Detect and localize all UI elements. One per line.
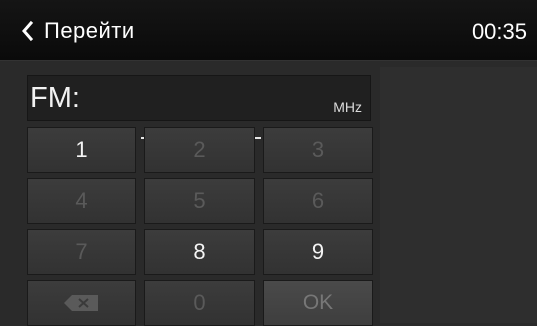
chevron-left-icon — [22, 20, 34, 42]
key-4[interactable]: 4 — [27, 178, 136, 224]
key-8[interactable]: 8 — [144, 229, 255, 275]
ok-button[interactable]: OK — [263, 280, 373, 326]
frequency-display: FM: MHz — [27, 75, 371, 139]
keypad: 1 2 3 4 5 6 7 8 9 0 OK — [27, 127, 373, 326]
key-5[interactable]: 5 — [144, 178, 255, 224]
key-7[interactable]: 7 — [27, 229, 136, 275]
top-bar: Перейти 00:35 — [0, 0, 537, 61]
backspace-button[interactable] — [27, 280, 136, 326]
key-9[interactable]: 9 — [263, 229, 373, 275]
band-label: FM: — [30, 82, 80, 114]
key-1[interactable]: 1 — [27, 127, 136, 173]
unit-label: MHz — [333, 99, 362, 115]
backspace-icon — [63, 295, 98, 311]
back-button[interactable]: Перейти — [18, 18, 135, 44]
page-title: Перейти — [44, 18, 135, 43]
key-3[interactable]: 3 — [263, 127, 373, 173]
key-6[interactable]: 6 — [263, 178, 373, 224]
key-0[interactable]: 0 — [144, 280, 255, 326]
clock: 00:35 — [471, 19, 527, 44]
key-2[interactable]: 2 — [144, 127, 255, 173]
side-panel — [380, 67, 537, 323]
